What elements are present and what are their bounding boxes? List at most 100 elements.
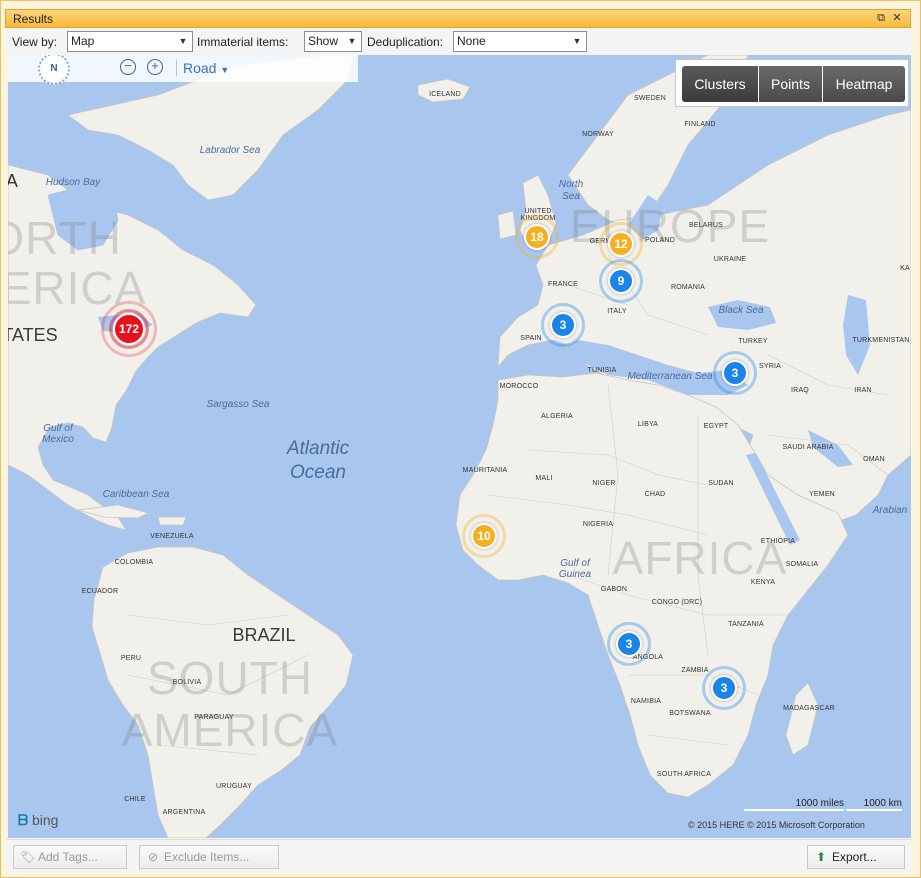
country-label: SUDAN — [708, 480, 734, 487]
title-bar: Results ⧉ ✕ — [5, 9, 911, 28]
sea-label: Hudson Bay — [45, 177, 101, 188]
country-label: PERU — [120, 655, 142, 662]
sea-label: Labrador Sea — [199, 145, 261, 156]
cluster-count: 10 — [471, 523, 497, 549]
sea-label: Arabian — [872, 505, 908, 516]
country-label: MALI — [535, 475, 553, 482]
export-label: Export... — [832, 850, 877, 864]
country-label: TANZANIA — [728, 621, 764, 628]
country-label: GABON — [600, 586, 628, 593]
country-label: KA — [900, 265, 910, 272]
compass-icon[interactable]: N — [38, 55, 70, 85]
deduplication-select[interactable]: None ▼ — [453, 31, 587, 52]
country-label: ECUADOR — [81, 588, 119, 595]
country-label: ALGERIA — [541, 413, 573, 420]
country-label: ETHIOPIA — [760, 538, 796, 545]
sea-label: Gulf of — [43, 423, 73, 434]
country-label: IRAN — [854, 387, 872, 394]
ocean-label: Atlantic — [286, 438, 350, 459]
chevron-down-icon: ▼ — [347, 36, 357, 46]
country-label: IRAQ — [791, 387, 809, 394]
exclude-items-label: Exclude Items... — [164, 850, 250, 864]
country-label: ARGENTINA — [162, 809, 206, 816]
sea-label: North — [558, 179, 584, 190]
cluster-count: 3 — [550, 312, 576, 338]
tag-icon: 🏷 — [20, 850, 36, 864]
results-window: Results ⧉ ✕ View by: Map ▼ Immaterial it… — [0, 0, 921, 878]
immaterial-items-select[interactable]: Show ▼ — [304, 31, 362, 52]
country-label: SYRIA — [758, 363, 782, 370]
sea-label: Mediterranean Sea — [627, 371, 713, 382]
country-label: MOROCCO — [499, 383, 539, 390]
country-label: A — [8, 171, 19, 191]
exclude-items-button[interactable]: ⊘ Exclude Items... — [139, 845, 279, 869]
chevron-down-icon: ▼ — [178, 36, 188, 46]
zoom-out-icon[interactable]: − — [120, 59, 136, 75]
map-style-dropdown[interactable]: Road ▼ — [183, 60, 229, 76]
country-label: LIBYA — [637, 421, 659, 428]
view-by-label: View by: — [12, 35, 58, 49]
close-icon[interactable]: ✕ — [890, 11, 904, 25]
country-label: CHILE — [124, 796, 146, 803]
export-icon: ⬆ — [815, 850, 827, 864]
deduplication-label: Deduplication: — [367, 35, 444, 49]
chevron-down-icon: ▼ — [572, 36, 582, 46]
country-label: NORWAY — [582, 131, 614, 138]
map-cluster[interactable]: 3 — [698, 662, 750, 714]
country-label: YEMEN — [809, 491, 835, 498]
chevron-down-icon: ▼ — [220, 65, 230, 75]
continent-label: NORTH — [8, 212, 122, 264]
export-button[interactable]: ⬆ Export... — [807, 845, 905, 869]
points-mode-button[interactable]: Points — [759, 66, 822, 102]
country-label: NIGER — [592, 480, 616, 487]
cluster-count: 3 — [711, 675, 737, 701]
sea-label: Gulf of — [560, 558, 590, 569]
country-label: TURKMENISTAN — [852, 337, 910, 344]
map-style-label: Road — [183, 60, 217, 76]
country-label: TURKEY — [738, 338, 768, 345]
heatmap-mode-button[interactable]: Heatmap — [823, 66, 905, 102]
clusters-mode-button[interactable]: Clusters — [682, 66, 758, 102]
country-label: MAURITANIA — [462, 467, 508, 474]
map-cluster[interactable]: 18 — [511, 211, 563, 263]
map-cluster[interactable]: 9 — [595, 255, 647, 307]
view-by-select[interactable]: Map ▼ — [67, 31, 193, 52]
country-label: FINLAND — [684, 121, 716, 128]
country-label: BELARUS — [688, 222, 724, 229]
country-label: ICELAND — [429, 91, 461, 98]
immaterial-items-label: Immaterial items: — [197, 35, 289, 49]
country-label: SAUDI ARABIA — [782, 444, 834, 451]
sea-label: Black Sea — [718, 305, 764, 316]
map-mode-switcher: Clusters Points Heatmap — [675, 59, 909, 107]
country-label: SWEDEN — [634, 95, 666, 102]
country-label: COLOMBIA — [114, 559, 154, 566]
continent-label: SOUTH — [147, 652, 313, 704]
country-label: SOUTH AFRICA — [656, 771, 712, 778]
cluster-count: 9 — [608, 268, 634, 294]
action-bar: 🏷 Add Tags... ⊘ Exclude Items... ⬆ Expor… — [6, 839, 911, 873]
deduplication-value: None — [457, 34, 486, 48]
country-label: MADAGASCAR — [783, 705, 835, 712]
cluster-count: 3 — [616, 631, 642, 657]
map-cluster[interactable]: 10 — [458, 510, 510, 562]
country-label: URUGUAY — [216, 783, 252, 790]
country-label: NIGERIA — [582, 521, 614, 528]
sea-label: Caribbean Sea — [102, 489, 170, 500]
zoom-in-icon[interactable]: + — [147, 59, 163, 75]
sea-label: Guinea — [558, 569, 592, 580]
restore-icon[interactable]: ⧉ — [874, 11, 888, 25]
country-label: SOMALIA — [785, 561, 819, 568]
sea-label: Mexico — [42, 434, 74, 445]
add-tags-button[interactable]: 🏷 Add Tags... — [13, 845, 127, 869]
map-view[interactable]: NORTH AMERICA EUROPE AFRICA SOUTH AMERIC… — [8, 55, 911, 838]
map-cluster[interactable]: 3 — [709, 347, 761, 399]
toolbar: View by: Map ▼ Immaterial items: Show ▼ … — [6, 29, 911, 55]
country-label: TUNISIA — [587, 367, 617, 374]
map-cluster[interactable]: 3 — [537, 299, 589, 351]
country-label: BOLIVIA — [172, 679, 202, 686]
scale-miles: 1000 miles — [744, 798, 844, 811]
map-cluster[interactable]: 172 — [101, 301, 157, 357]
map-cluster[interactable]: 3 — [603, 618, 655, 670]
immaterial-items-value: Show — [308, 34, 339, 48]
country-label: CHAD — [644, 491, 666, 498]
